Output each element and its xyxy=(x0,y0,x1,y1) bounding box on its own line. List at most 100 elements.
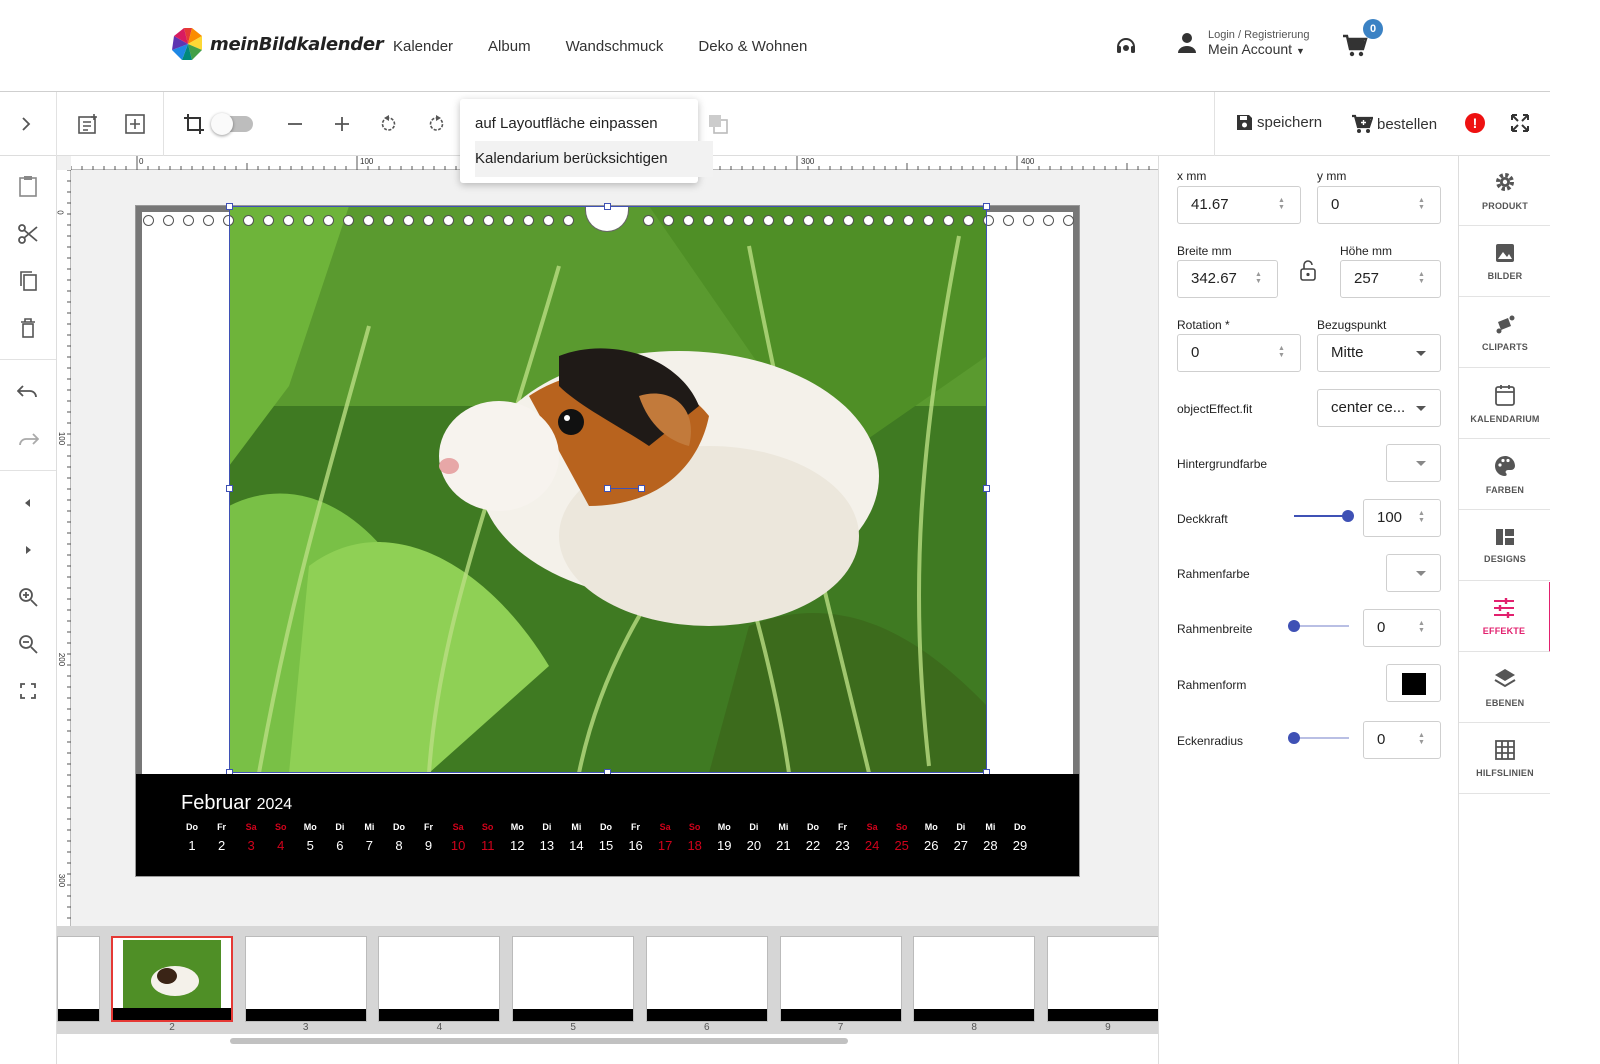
tab-designs[interactable]: DESIGNS xyxy=(1459,511,1551,581)
thumbnail-page-8[interactable] xyxy=(913,936,1036,1022)
border-width-slider-handle[interactable] xyxy=(1288,620,1300,632)
nav-item-deko-wohnen[interactable]: Deko & Wohnen xyxy=(698,38,807,55)
resize-handle[interactable] xyxy=(983,203,990,210)
border-shape-picker[interactable] xyxy=(1386,664,1441,702)
expand-sidebar-icon[interactable] xyxy=(14,112,38,136)
thumbnails-scrollbar[interactable] xyxy=(57,1034,1158,1064)
login-link[interactable]: Login / Registrierung xyxy=(1208,29,1310,41)
x-input[interactable]: 41.67 ▲ ▼ xyxy=(1177,186,1301,224)
previous-page-icon[interactable] xyxy=(16,491,40,515)
gear-icon xyxy=(1496,172,1514,191)
fullscreen-icon[interactable] xyxy=(1510,113,1530,138)
resize-handle[interactable] xyxy=(226,203,233,210)
height-label: Höhe mm xyxy=(1340,244,1393,258)
corner-radius-input[interactable]: 0 ▲ ▼ xyxy=(1363,721,1441,759)
thumbnail-page-2[interactable] xyxy=(111,936,233,1022)
tab-cliparts[interactable]: CLIPARTS xyxy=(1459,298,1551,368)
crop-toggle[interactable] xyxy=(211,113,253,135)
calendar-day-number: 24 xyxy=(864,838,880,853)
thumbnail-page-5[interactable] xyxy=(512,936,635,1022)
dropdown-item-fit-layout[interactable]: auf Layoutfläche einpassen xyxy=(475,115,658,132)
thumbnail-page-3[interactable] xyxy=(244,936,367,1022)
background-color-picker[interactable] xyxy=(1386,444,1441,482)
aspect-lock-icon[interactable] xyxy=(1299,260,1317,287)
rotate-left-icon[interactable] xyxy=(377,112,401,136)
rotate-handle[interactable] xyxy=(638,485,645,492)
tab-hilfslinien[interactable]: HILFSLINIEN xyxy=(1459,724,1551,794)
image-icon xyxy=(1496,243,1514,262)
calendar-day-name: Mo xyxy=(924,822,938,832)
add-text-icon[interactable] xyxy=(76,112,100,136)
layer-order-icon[interactable] xyxy=(706,112,730,136)
save-button[interactable]: speichern xyxy=(1236,114,1322,131)
undo-icon[interactable] xyxy=(16,380,40,404)
opacity-input[interactable]: 100 ▲ ▼ xyxy=(1363,499,1441,537)
support-headset-icon[interactable] xyxy=(1114,34,1138,63)
next-page-icon[interactable] xyxy=(16,538,40,562)
nav-item-album[interactable]: Album xyxy=(488,38,531,55)
thumbnail-page-4[interactable] xyxy=(378,936,501,1022)
rotate-right-icon[interactable] xyxy=(424,112,448,136)
fit-select[interactable]: center ce... xyxy=(1317,389,1441,427)
calendar-day-number: 5 xyxy=(306,838,314,853)
calendar-day-number: 20 xyxy=(746,838,762,853)
nav-item-wandschmuck[interactable]: Wandschmuck xyxy=(566,38,664,55)
border-color-picker[interactable] xyxy=(1386,554,1441,592)
thumbnail-partial[interactable] xyxy=(57,936,100,1022)
delete-icon[interactable] xyxy=(16,316,40,340)
y-input[interactable]: 0 ▲ ▼ xyxy=(1317,186,1441,224)
zoom-in-icon[interactable] xyxy=(16,585,40,609)
corner-radius-slider-handle[interactable] xyxy=(1288,732,1300,744)
calendar-day-name: Do xyxy=(1013,822,1026,832)
ruler-label: 100 xyxy=(360,157,374,166)
zoom-out-icon[interactable] xyxy=(16,632,40,656)
calendar-day-number: 26 xyxy=(924,838,939,853)
resize-handle[interactable] xyxy=(226,485,233,492)
cart-icon[interactable] xyxy=(1342,34,1368,63)
tab-produkt[interactable]: PRODUKT xyxy=(1459,156,1551,226)
resize-handle[interactable] xyxy=(604,203,611,210)
calendar-day-number: 7 xyxy=(365,838,374,853)
calendar-day-number: 9 xyxy=(424,838,433,853)
tab-effekte[interactable]: EFFEKTE xyxy=(1459,582,1551,652)
account-menu[interactable]: Login / Registrierung Mein Account ▼ xyxy=(1176,29,1310,57)
order-button[interactable]: bestellen xyxy=(1351,114,1437,134)
fit-view-icon[interactable] xyxy=(16,679,40,703)
cart-count-badge: 0 xyxy=(1363,19,1383,39)
reference-point-select[interactable]: Mitte xyxy=(1317,334,1441,372)
tab-farben[interactable]: FARBEN xyxy=(1459,440,1551,510)
zoom-out-image-icon[interactable] xyxy=(283,112,307,136)
thumbnail-page-9[interactable] xyxy=(1046,936,1169,1022)
border-width-input[interactable]: 0 ▲ ▼ xyxy=(1363,609,1441,647)
crop-icon[interactable] xyxy=(182,112,206,136)
calendar-day-number: 29 xyxy=(1012,838,1028,853)
height-input[interactable]: 257 ▲ ▼ xyxy=(1340,260,1441,298)
zoom-in-image-icon[interactable] xyxy=(330,112,354,136)
dropdown-item-consider-calendar[interactable]: Kalendarium berücksichtigen xyxy=(475,150,668,167)
tab-ebenen[interactable]: EBENEN xyxy=(1459,653,1551,723)
logo[interactable]: meinBildkalender xyxy=(170,26,384,62)
account-label[interactable]: Mein Account xyxy=(1208,41,1292,57)
cut-icon[interactable] xyxy=(16,222,40,246)
tab-kalendarium[interactable]: KALENDARIUM xyxy=(1459,369,1551,439)
width-input[interactable]: 342.67 ▲ ▼ xyxy=(1177,260,1278,298)
calendar-day-name: Di xyxy=(542,822,552,832)
add-frame-icon[interactable] xyxy=(123,112,147,136)
thumbnail-page-7[interactable] xyxy=(779,936,902,1022)
resize-handle[interactable] xyxy=(983,485,990,492)
calendar-day-number: 13 xyxy=(539,838,555,853)
copy-icon[interactable] xyxy=(16,269,40,293)
thumbnail-page-6[interactable] xyxy=(645,936,768,1022)
alert-icon[interactable]: ! xyxy=(1465,113,1485,133)
designs-icon xyxy=(1496,528,1514,545)
paste-icon[interactable] xyxy=(16,174,40,198)
calendar-day-number: 15 xyxy=(598,838,614,853)
rotation-input[interactable]: 0 ▲ ▼ xyxy=(1177,334,1301,372)
nav-item-kalender[interactable]: Kalender xyxy=(393,38,453,55)
opacity-slider-handle[interactable] xyxy=(1342,510,1354,522)
redo-icon[interactable] xyxy=(16,428,40,452)
calendar-day-number: 10 xyxy=(450,838,466,853)
ruler-label: 100 xyxy=(57,431,67,446)
rotate-center-handle[interactable] xyxy=(604,485,611,492)
tab-bilder[interactable]: BILDER xyxy=(1459,227,1551,297)
